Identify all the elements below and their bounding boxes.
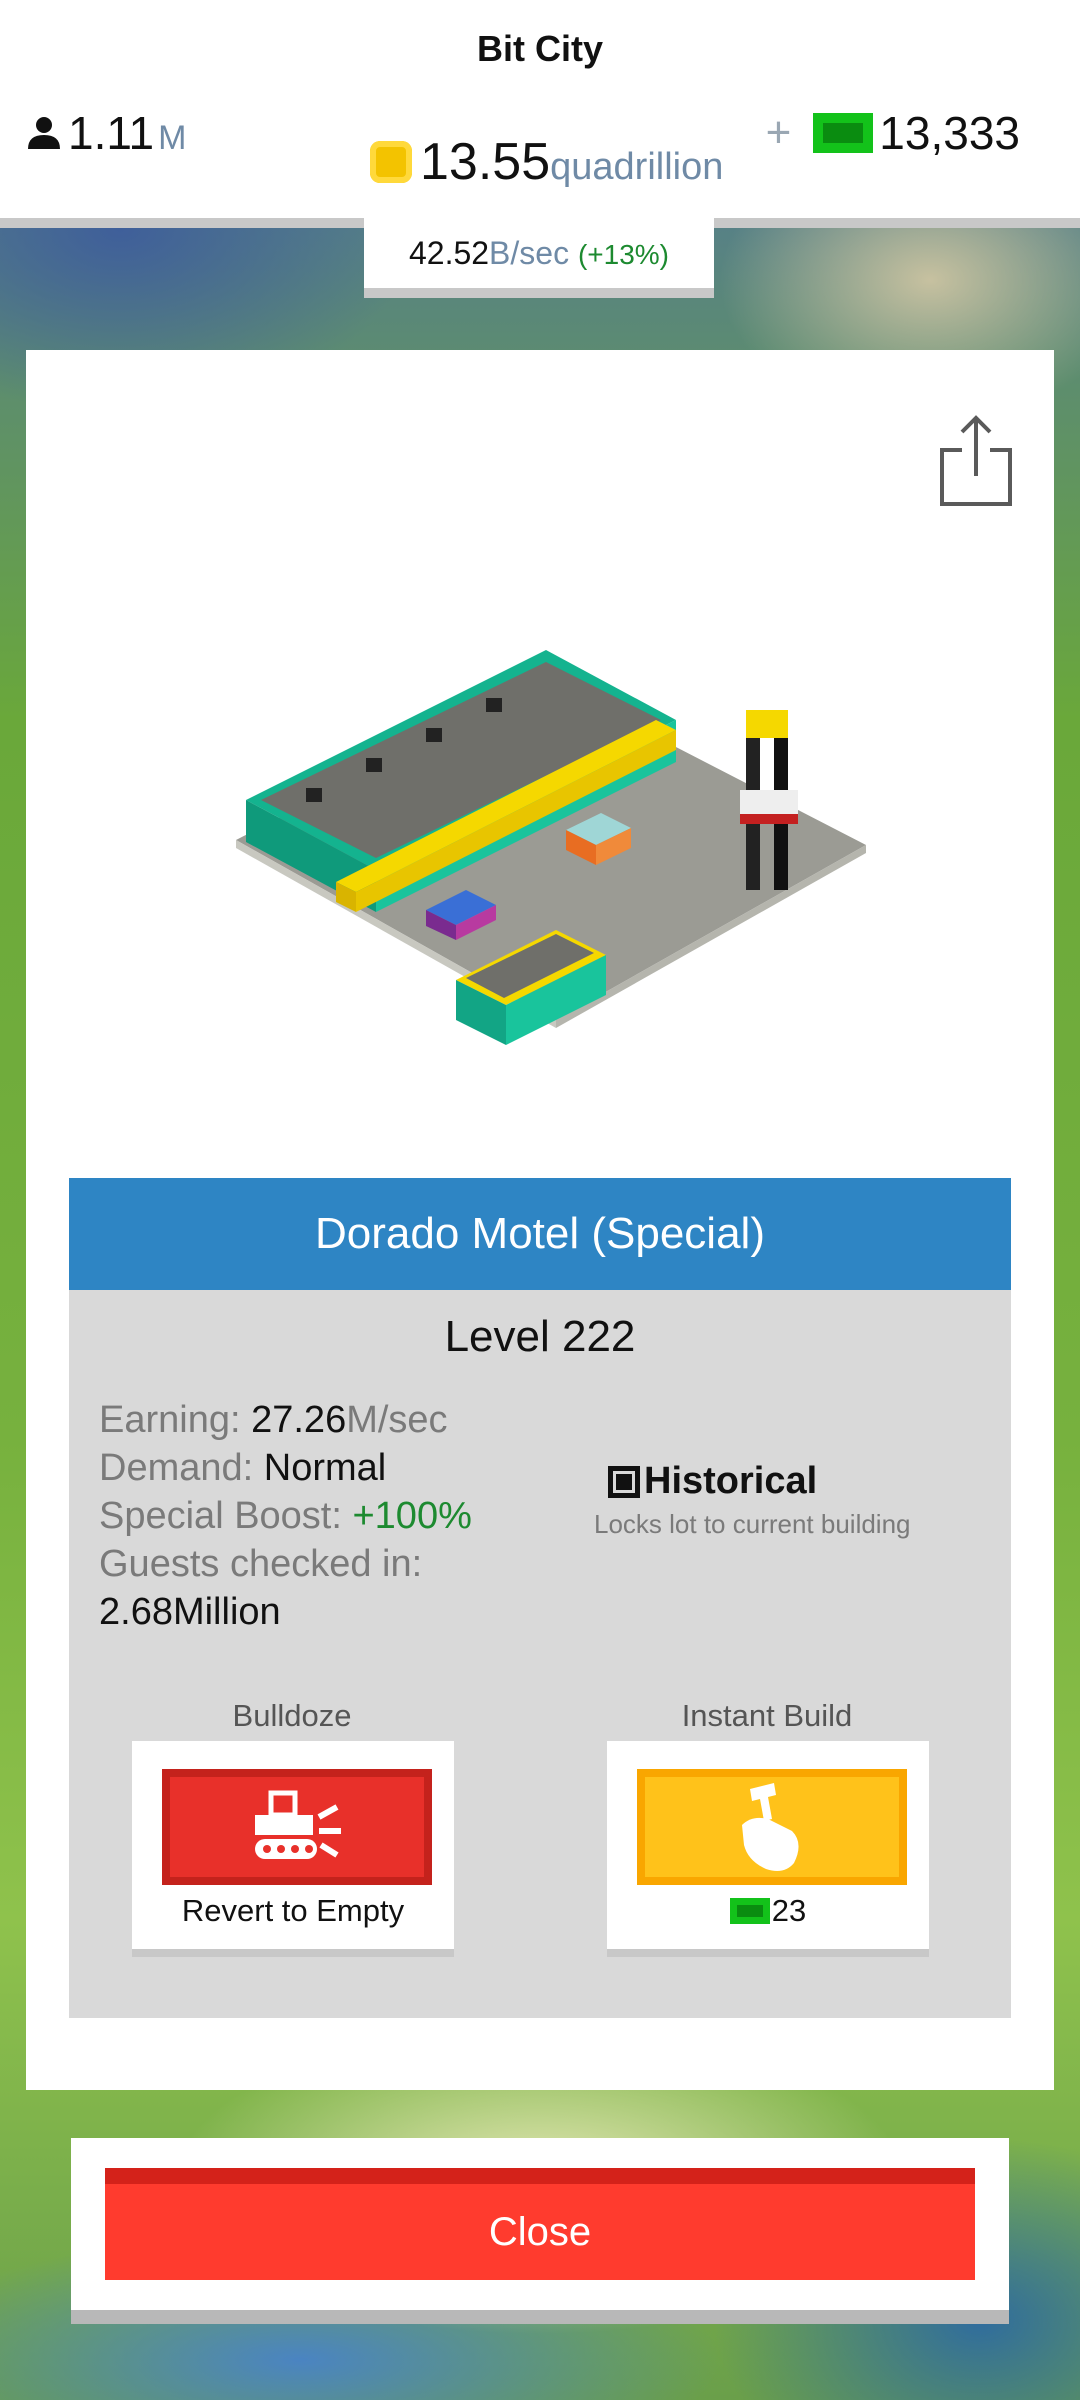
motel-illustration [236,650,866,1045]
rate-unit: B/sec [489,235,570,271]
checkbox-checked-mark [616,1473,632,1490]
historical-subtitle: Locks lot to current building [594,1509,911,1539]
coins-value: 13.55 [420,133,551,191]
bulldoze-card[interactable]: Revert to Empty [132,1741,454,1957]
earning-unit: M/sec [346,1399,448,1441]
city-name: Bit City [477,28,603,69]
coins-display[interactable]: 13.55 quadrillion [370,132,723,192]
cash-icon [813,113,874,153]
close-button[interactable]: Close [105,2168,975,2280]
coin-icon [370,141,412,183]
rate-boost: (+13%) [577,239,670,270]
population-unit: M [158,119,187,157]
coins-unit: quadrillion [550,146,724,188]
historical-title: Historical [644,1460,818,1502]
building-name: Dorado Motel (Special) [69,1178,1011,1290]
instant-build-cost-value: 23 [771,1893,807,1928]
demand-label: Demand: [99,1447,254,1489]
cash-value: 13,333 [879,107,1020,159]
hammer-hand-icon [742,1783,799,1871]
bulldozer-icon [255,1790,341,1859]
person-icon [28,117,60,149]
guests-label: Guests checked in: [99,1543,423,1585]
demand-value: Normal [263,1447,387,1489]
building-dialog: Dorado Motel (Special) Level 222 Earning… [26,350,1054,2090]
earning-value: 27.26 [251,1399,347,1441]
bulldoze-button[interactable] [162,1769,432,1885]
cash-display[interactable]: + 13,333 [766,106,1020,160]
share-icon[interactable] [936,410,1016,510]
boost-value: +100% [352,1495,472,1537]
earning-row: Earning: 27.26M/sec [99,1396,472,1444]
building-stats: Earning: 27.26M/sec Demand: Normal Speci… [99,1396,472,1636]
instant-build-cost: 23 [607,1893,929,1929]
boost-label: Special Boost: [99,1495,342,1537]
instant-build-label: Instant Build [681,1698,853,1733]
instant-build-button[interactable] [637,1769,907,1885]
cash-icon [729,1898,770,1924]
historical-toggle[interactable]: Historical Locks lot to current building [594,1460,911,1540]
demand-row: Demand: Normal [99,1444,472,1492]
historical-checkbox[interactable] [608,1465,640,1498]
instant-build-card[interactable]: 23 [607,1741,929,1957]
bulldoze-label: Bulldoze [232,1698,352,1733]
building-level: Level 222 [444,1312,636,1361]
add-cash-button[interactable]: + [766,108,792,158]
bulldoze-caption: Revert to Empty [181,1893,405,1928]
population-value: 1.11 [68,107,155,159]
rate-value: 42.52 [408,235,490,271]
population-display[interactable]: 1.11 M [26,106,186,160]
historical-title-row: Historical [608,1460,911,1503]
income-rate: 42.52B/sec (+13%) [364,218,714,298]
boost-row: Special Boost: +100% [99,1492,472,1540]
earning-label: Earning: [99,1399,241,1441]
status-bar: Bit City 1.11 M 13.55 quadrillion + 13,3… [0,0,1080,228]
guests-value: 2.68Million [99,1591,281,1633]
building-info-panel: Dorado Motel (Special) Level 222 Earning… [69,1178,1011,2018]
close-panel: Close [71,2138,1009,2324]
